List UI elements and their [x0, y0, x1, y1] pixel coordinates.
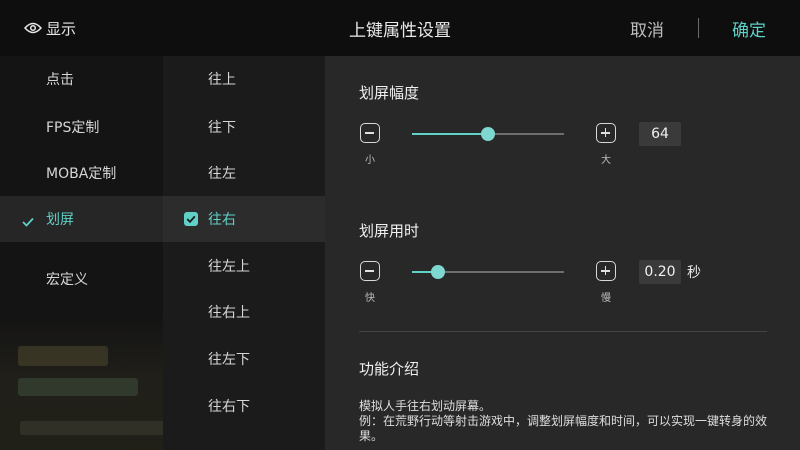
amplitude-slider-thumb[interactable] — [481, 127, 495, 141]
category-item-fps[interactable]: FPS定制 — [0, 104, 163, 150]
direction-label: 往左上 — [208, 259, 250, 275]
category-label: 划屏 — [46, 212, 74, 228]
category-label: FPS定制 — [46, 120, 100, 136]
amplitude-slider[interactable] — [412, 127, 564, 141]
category-label: 点击 — [46, 72, 74, 88]
duration-slider[interactable] — [412, 265, 564, 279]
duration-max-caption: 慢 — [601, 293, 611, 304]
duration-unit: 秒 — [687, 265, 701, 281]
plus-icon-vertical — [604, 128, 607, 137]
direction-item-down-left[interactable]: 往左下 — [163, 336, 325, 382]
page-title: 上键属性设置 — [349, 21, 451, 41]
show-toggle-button[interactable]: 显示 — [24, 17, 76, 39]
plus-icon-vertical — [604, 266, 607, 275]
amplitude-slider-fill — [412, 133, 488, 135]
settings-panel: 划屏幅度 小 大 64 划屏用时 快 慢 0.20 秒 功能介绍 模拟人手往右划… — [325, 56, 800, 450]
header-divider — [698, 18, 699, 38]
category-label: 宏定义 — [46, 272, 88, 288]
category-item-macro[interactable]: 宏定义 — [0, 256, 163, 302]
intro-description-line-1: 模拟人手往右划动屏幕。 — [359, 399, 492, 413]
amplitude-title: 划屏幅度 — [359, 84, 420, 102]
amplitude-increase-button[interactable] — [596, 123, 616, 143]
duration-value-field[interactable]: 0.20 — [639, 260, 681, 284]
cancel-button[interactable]: 取消 — [630, 16, 664, 41]
direction-label: 往右上 — [208, 305, 250, 321]
direction-label: 往右下 — [208, 399, 250, 415]
direction-label: 往下 — [208, 120, 236, 136]
direction-item-down-right[interactable]: 往右下 — [163, 383, 325, 429]
checkbox-checked-icon — [184, 212, 198, 226]
section-divider — [359, 331, 767, 332]
direction-label: 往左下 — [208, 352, 250, 368]
amplitude-decrease-button[interactable] — [360, 123, 380, 143]
direction-item-up-right[interactable]: 往右上 — [163, 289, 325, 335]
category-item-tap[interactable]: 点击 — [0, 56, 163, 102]
duration-min-caption: 快 — [365, 293, 375, 304]
minus-icon — [365, 132, 374, 134]
direction-label: 往上 — [208, 72, 236, 88]
duration-title: 划屏用时 — [359, 222, 420, 240]
direction-label: 往右 — [208, 212, 236, 228]
direction-label: 往左 — [208, 166, 236, 182]
left-panel: 点击 FPS定制 MOBA定制 划屏 宏定义 往上 往下 往左 往右 往左上 往… — [0, 56, 325, 450]
intro-title: 功能介绍 — [359, 360, 420, 378]
direction-item-up-left[interactable]: 往左上 — [163, 243, 325, 289]
duration-increase-button[interactable] — [596, 261, 616, 281]
direction-item-left[interactable]: 往左 — [163, 150, 325, 196]
minus-icon — [365, 270, 374, 272]
direction-list: 往上 往下 往左 往右 往左上 往右上 往左下 往右下 — [163, 56, 325, 450]
check-icon — [22, 212, 34, 231]
amplitude-max-caption: 大 — [601, 155, 611, 166]
category-label: MOBA定制 — [46, 166, 117, 182]
category-item-moba[interactable]: MOBA定制 — [0, 150, 163, 196]
amplitude-min-caption: 小 — [365, 155, 375, 166]
confirm-button[interactable]: 确定 — [732, 16, 766, 41]
category-item-swipe[interactable]: 划屏 — [0, 196, 163, 242]
direction-item-up[interactable]: 往上 — [163, 56, 325, 102]
duration-slider-thumb[interactable] — [430, 265, 445, 279]
eye-icon — [24, 22, 42, 34]
direction-item-right[interactable]: 往右 — [163, 196, 325, 242]
top-bar: 显示 上键属性设置 取消 确定 — [0, 0, 800, 56]
intro-description-line-2: 例：在荒野行动等射击游戏中，调整划屏幅度和时间，可以实现一键转身的效果。 — [359, 414, 768, 443]
category-list: 点击 FPS定制 MOBA定制 划屏 宏定义 — [0, 56, 163, 450]
duration-decrease-button[interactable] — [360, 261, 380, 281]
show-label: 显示 — [46, 19, 77, 38]
direction-item-down[interactable]: 往下 — [163, 104, 325, 150]
amplitude-value-field[interactable]: 64 — [639, 122, 681, 146]
